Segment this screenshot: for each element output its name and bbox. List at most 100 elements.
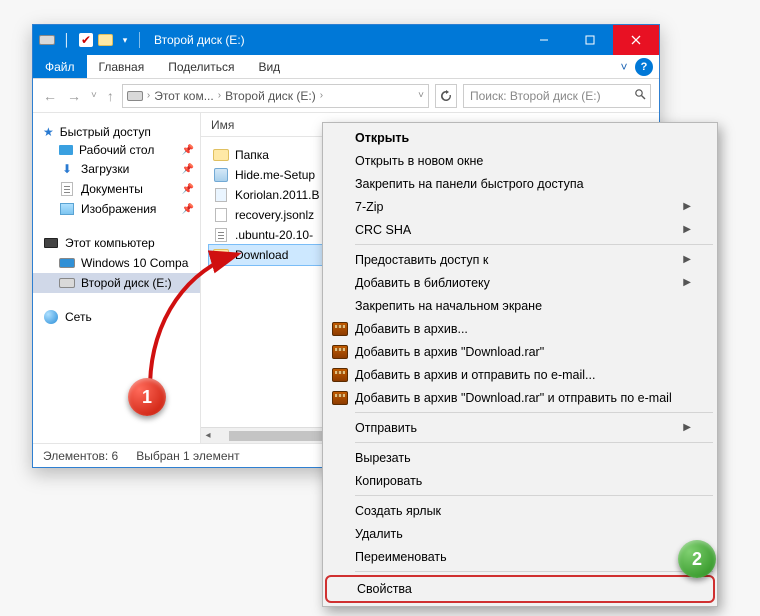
ctx-label: Переименовать [355, 550, 447, 564]
ctx-rar-mail[interactable]: Добавить в архив и отправить по e-mail..… [325, 363, 715, 386]
ctx-label: Добавить в библиотеку [355, 276, 490, 290]
nav-desktop[interactable]: Рабочий стол 📌 [33, 141, 200, 159]
ctx-separator [355, 571, 713, 572]
ctx-label: Копировать [355, 474, 422, 488]
annotation-badge-2: 2 [678, 540, 716, 578]
ctx-send-to[interactable]: Отправить▶ [325, 416, 715, 439]
ctx-label: Закрепить на панели быстрого доступа [355, 177, 584, 191]
ctx-label: Добавить в архив... [355, 322, 468, 336]
file-name: Download [235, 248, 288, 262]
context-menu: Открыть Открыть в новом окне Закрепить н… [322, 122, 718, 607]
submenu-arrow-icon: ▶ [683, 254, 691, 265]
address-dropdown-icon[interactable]: ˅ [418, 90, 424, 101]
ctx-cut[interactable]: Вырезать [325, 446, 715, 469]
pin-icon: 📌 [182, 184, 194, 195]
folder-icon [97, 32, 113, 48]
nav-thispc[interactable]: Этот компьютер [33, 233, 200, 253]
ctx-properties[interactable]: Свойства [325, 575, 715, 603]
chevron-right-icon[interactable]: › [218, 90, 221, 101]
refresh-button[interactable] [435, 84, 457, 108]
ctx-label: Отправить [355, 421, 417, 435]
hdd-icon [39, 32, 55, 48]
rar-icon [331, 366, 349, 384]
badge-number: 1 [142, 387, 152, 408]
crumb-drive[interactable]: Второй диск (E:) [225, 89, 316, 103]
tab-home[interactable]: Главная [87, 55, 157, 78]
pin-icon: 📌 [182, 204, 194, 215]
chevron-right-icon[interactable]: › [320, 90, 323, 101]
scroll-left-icon[interactable]: ◂ [201, 430, 215, 441]
title-bar[interactable]: │ ✔ ▾ Второй диск (E:) [33, 25, 659, 55]
maximize-button[interactable] [567, 25, 613, 55]
chevron-right-icon[interactable]: › [147, 90, 150, 101]
nav-label: Этот компьютер [65, 236, 155, 250]
ctx-pin-quick-access[interactable]: Закрепить на панели быстрого доступа [325, 172, 715, 195]
qat-props-icon[interactable]: ✔ [79, 33, 93, 47]
nav-pictures[interactable]: Изображения 📌 [33, 199, 200, 219]
file-name: Hide.me-Setup [235, 168, 315, 182]
tab-file[interactable]: Файл [33, 55, 87, 78]
tab-view[interactable]: Вид [246, 55, 292, 78]
crumb-thispc[interactable]: Этот ком... [154, 89, 214, 103]
qat-overflow-icon[interactable]: ▾ [117, 32, 133, 48]
nav-history-icon[interactable]: ˅ [89, 90, 99, 101]
ctx-grant-access[interactable]: Предоставить доступ к ▶ [325, 248, 715, 271]
ctx-label: CRC SHA [355, 223, 411, 237]
ctx-label: Удалить [355, 527, 403, 541]
exe-icon [213, 167, 229, 183]
documents-icon [59, 181, 75, 197]
search-icon[interactable] [634, 88, 646, 103]
ctx-delete[interactable]: Удалить [325, 522, 715, 545]
ctx-open[interactable]: Открыть [325, 126, 715, 149]
nav-label: Windows 10 Compa [81, 256, 188, 270]
ctx-create-shortcut[interactable]: Создать ярлык [325, 499, 715, 522]
ctx-label: Добавить в архив "Download.rar" [355, 345, 544, 359]
nav-quick-access[interactable]: ★ Быстрый доступ [33, 123, 200, 141]
star-icon: ★ [43, 125, 54, 139]
ctx-crc-sha[interactable]: CRC SHA▶ [325, 218, 715, 241]
ribbon-collapse-icon[interactable]: ˅ [613, 55, 635, 78]
network-icon [43, 309, 59, 325]
window-controls [521, 25, 659, 55]
file-icon [213, 207, 229, 223]
ctx-copy[interactable]: Копировать [325, 469, 715, 492]
search-input[interactable]: Поиск: Второй диск (E:) [463, 84, 651, 108]
help-icon[interactable]: ? [635, 58, 653, 76]
badge-number: 2 [692, 549, 702, 570]
ctx-label: Предоставить доступ к [355, 253, 488, 267]
ctx-label: Создать ярлык [355, 504, 441, 518]
pin-icon: 📌 [182, 164, 194, 175]
close-button[interactable] [613, 25, 659, 55]
nav-up-icon[interactable]: ↑ [105, 88, 116, 104]
window-title: Второй диск (E:) [148, 33, 521, 47]
nav-label: Загрузки [81, 162, 129, 176]
column-label: Имя [211, 118, 234, 132]
tab-share[interactable]: Поделиться [156, 55, 246, 78]
ctx-7zip[interactable]: 7-Zip▶ [325, 195, 715, 218]
ctx-open-new-window[interactable]: Открыть в новом окне [325, 149, 715, 172]
ctx-rar-mail-named[interactable]: Добавить в архив "Download.rar" и отправ… [325, 386, 715, 409]
ctx-label: Открыть в новом окне [355, 154, 483, 168]
nav-label: Изображения [81, 202, 156, 216]
file-name: Koriolan.2011.B [235, 188, 320, 202]
ctx-add-library[interactable]: Добавить в библиотеку▶ [325, 271, 715, 294]
qat-sep-icon: │ [59, 32, 75, 48]
minimize-button[interactable] [521, 25, 567, 55]
nav-downloads[interactable]: ⬇ Загрузки 📌 [33, 159, 200, 179]
nav-network[interactable]: Сеть [33, 307, 200, 327]
ctx-rar-add-named[interactable]: Добавить в архив "Download.rar" [325, 340, 715, 363]
ctx-rar-add[interactable]: Добавить в архив... [325, 317, 715, 340]
nav-win10-drive[interactable]: Windows 10 Compa [33, 253, 200, 273]
breadcrumb[interactable]: › Этот ком... › Второй диск (E:) › ˅ [122, 84, 429, 108]
ctx-rename[interactable]: Переименовать [325, 545, 715, 568]
ctx-separator [355, 412, 713, 413]
nav-label: Быстрый доступ [60, 125, 151, 139]
nav-fwd-icon[interactable]: → [65, 88, 83, 104]
nav-second-drive[interactable]: Второй диск (E:) [33, 273, 200, 293]
folder-icon [213, 147, 229, 163]
nav-documents[interactable]: Документы 📌 [33, 179, 200, 199]
ctx-pin-start[interactable]: Закрепить на начальном экране [325, 294, 715, 317]
hdd-icon [59, 275, 75, 291]
nav-back-icon[interactable]: ← [41, 88, 59, 104]
folder-icon [213, 247, 229, 263]
